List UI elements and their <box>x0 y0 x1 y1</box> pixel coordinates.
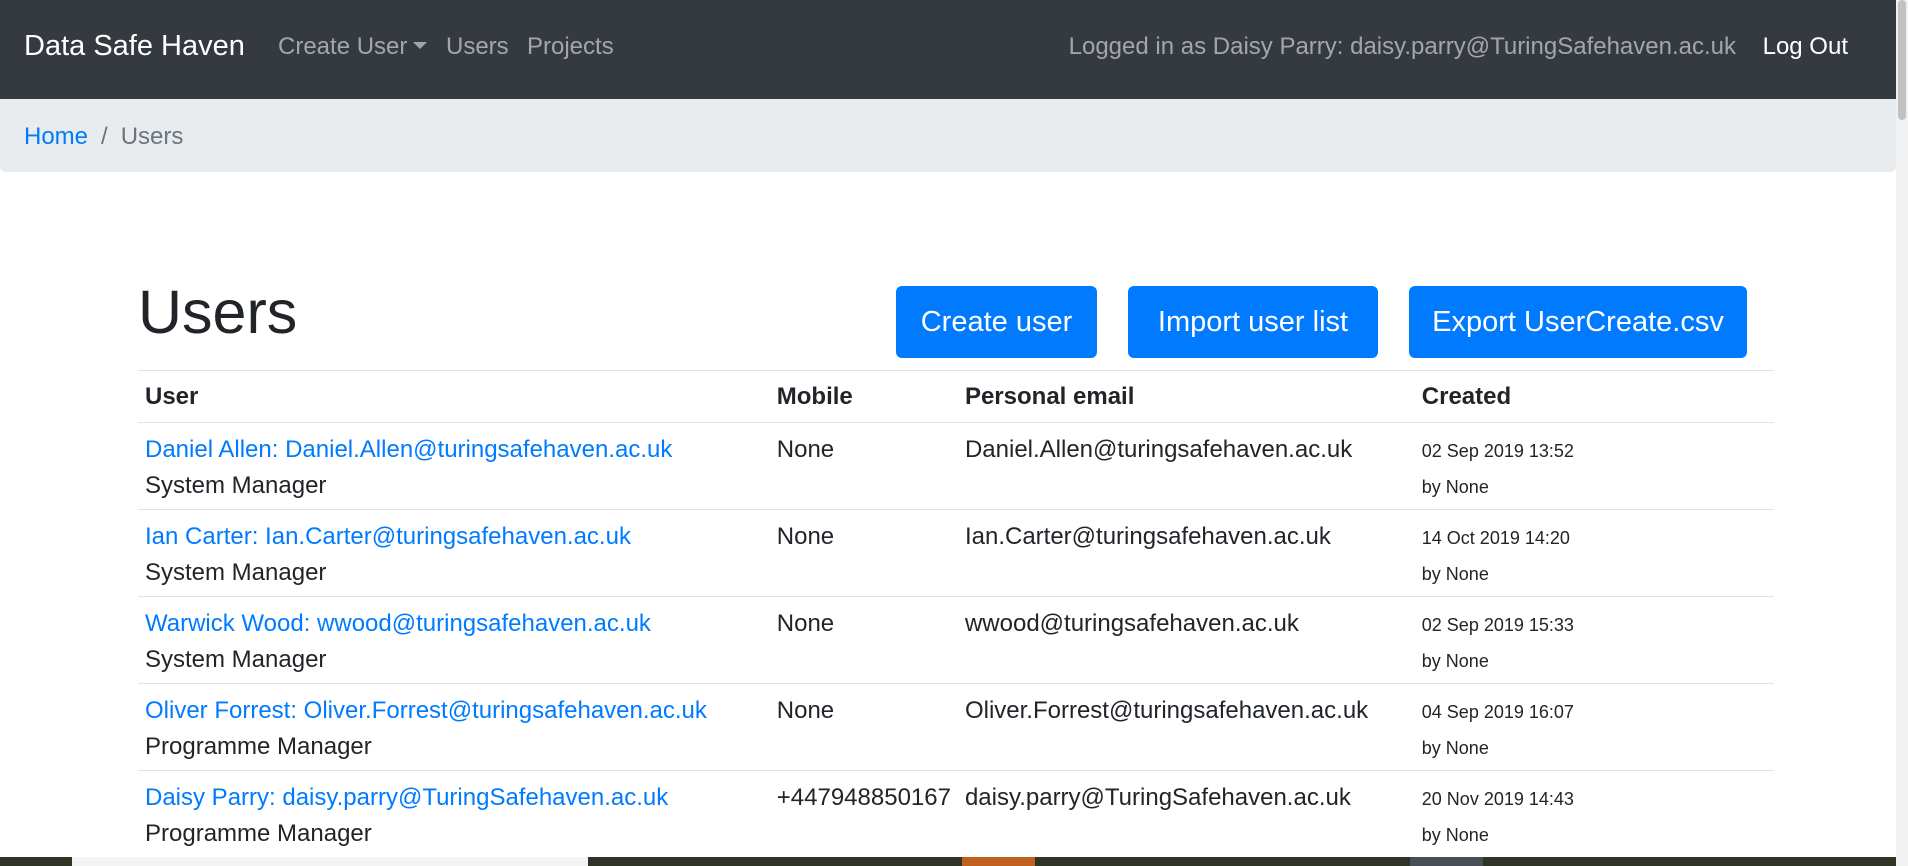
logged-in-status: Logged in as Daisy Parry: daisy.parry@Tu… <box>1068 33 1736 60</box>
user-link[interactable]: Ian Carter: Ian.Carter@turingsafehaven.a… <box>145 522 763 552</box>
nav-create-user-dropdown[interactable]: Create User <box>278 33 428 61</box>
personal-email-cell: Oliver.Forrest@turingsafehaven.ac.uk <box>957 683 1415 771</box>
created-cell: 14 Oct 2019 14:20 by None <box>1414 509 1774 597</box>
table-row: Ian Carter: Ian.Carter@turingsafehaven.a… <box>138 509 1774 597</box>
mobile-cell: None <box>769 596 958 684</box>
created-cell: 02 Sep 2019 15:33 by None <box>1414 596 1774 684</box>
user-cell: Daniel Allen: Daniel.Allen@turingsafehav… <box>138 422 770 510</box>
created-date: 20 Nov 2019 14:43 <box>1421 789 1574 809</box>
user-link[interactable]: Oliver Forrest: Oliver.Forrest@turingsaf… <box>145 696 763 726</box>
strip-segment <box>1410 857 1483 866</box>
user-role: System Manager <box>145 646 327 673</box>
header-mobile: Mobile <box>769 370 958 423</box>
create-user-button[interactable]: Create user <box>896 286 1097 358</box>
scrollbar-thumb[interactable] <box>1898 0 1906 120</box>
nav-create-user-label: Create User <box>278 33 408 60</box>
created-by: by None <box>1421 738 1489 758</box>
header-personal-email: Personal email <box>957 370 1415 423</box>
desktop-strip <box>0 857 1896 866</box>
personal-email-cell: Daniel.Allen@turingsafehaven.ac.uk <box>957 422 1415 510</box>
mobile-cell: +447948850167 <box>769 770 958 858</box>
created-by: by None <box>1421 564 1489 584</box>
personal-email-cell: daisy.parry@TuringSafehaven.ac.uk <box>957 770 1415 858</box>
page-title: Users <box>138 278 298 346</box>
nav-projects[interactable]: Projects <box>527 33 614 61</box>
created-cell: 04 Sep 2019 16:07 by None <box>1414 683 1774 771</box>
chevron-down-icon <box>413 42 428 49</box>
breadcrumb: Home / Users <box>0 99 1896 172</box>
header-user: User <box>138 370 770 423</box>
table-row: Oliver Forrest: Oliver.Forrest@turingsaf… <box>138 683 1774 771</box>
breadcrumb-home[interactable]: Home <box>24 123 88 150</box>
created-cell: 20 Nov 2019 14:43 by None <box>1414 770 1774 858</box>
users-table: User Mobile Personal email Created Danie… <box>138 370 1774 858</box>
created-date: 14 Oct 2019 14:20 <box>1421 528 1570 548</box>
created-by: by None <box>1421 477 1489 497</box>
top-navbar: Data Safe Haven Create User Users Projec… <box>0 0 1896 99</box>
user-cell: Ian Carter: Ian.Carter@turingsafehaven.a… <box>138 509 770 597</box>
breadcrumb-current: Users <box>120 123 184 150</box>
user-role: System Manager <box>145 472 327 499</box>
created-cell: 02 Sep 2019 13:52 by None <box>1414 422 1774 510</box>
logout-link[interactable]: Log Out <box>1763 33 1848 61</box>
mobile-cell: None <box>769 683 958 771</box>
table-row: Daniel Allen: Daniel.Allen@turingsafehav… <box>138 422 1774 510</box>
user-link[interactable]: Daisy Parry: daisy.parry@TuringSafehaven… <box>145 783 763 813</box>
page-scrollbar[interactable] <box>1896 0 1908 866</box>
nav-users[interactable]: Users <box>446 33 509 61</box>
table-row: Daisy Parry: daisy.parry@TuringSafehaven… <box>138 770 1774 858</box>
user-cell: Warwick Wood: wwood@turingsafehaven.ac.u… <box>138 596 770 684</box>
strip-segment <box>962 857 1035 866</box>
user-role: Programme Manager <box>145 820 372 847</box>
table-row: Warwick Wood: wwood@turingsafehaven.ac.u… <box>138 596 1774 684</box>
created-by: by None <box>1421 825 1489 845</box>
table-header-row: User Mobile Personal email Created <box>138 370 1774 423</box>
mobile-cell: None <box>769 422 958 510</box>
user-link[interactable]: Daniel Allen: Daniel.Allen@turingsafehav… <box>145 435 763 465</box>
personal-email-cell: wwood@turingsafehaven.ac.uk <box>957 596 1415 684</box>
personal-email-cell: Ian.Carter@turingsafehaven.ac.uk <box>957 509 1415 597</box>
created-date: 02 Sep 2019 13:52 <box>1421 441 1574 461</box>
user-role: Programme Manager <box>145 733 372 760</box>
mobile-cell: None <box>769 509 958 597</box>
user-link[interactable]: Warwick Wood: wwood@turingsafehaven.ac.u… <box>145 609 763 639</box>
breadcrumb-separator: / <box>101 123 108 150</box>
brand-link[interactable]: Data Safe Haven <box>24 30 245 63</box>
user-role: System Manager <box>145 559 327 586</box>
user-cell: Oliver Forrest: Oliver.Forrest@turingsaf… <box>138 683 770 771</box>
export-csv-button[interactable]: Export UserCreate.csv <box>1409 286 1747 358</box>
created-date: 04 Sep 2019 16:07 <box>1421 702 1574 722</box>
header-created: Created <box>1414 370 1774 423</box>
strip-segment <box>72 857 588 866</box>
user-cell: Daisy Parry: daisy.parry@TuringSafehaven… <box>138 770 770 858</box>
created-date: 02 Sep 2019 15:33 <box>1421 615 1574 635</box>
import-user-list-button[interactable]: Import user list <box>1128 286 1378 358</box>
created-by: by None <box>1421 651 1489 671</box>
